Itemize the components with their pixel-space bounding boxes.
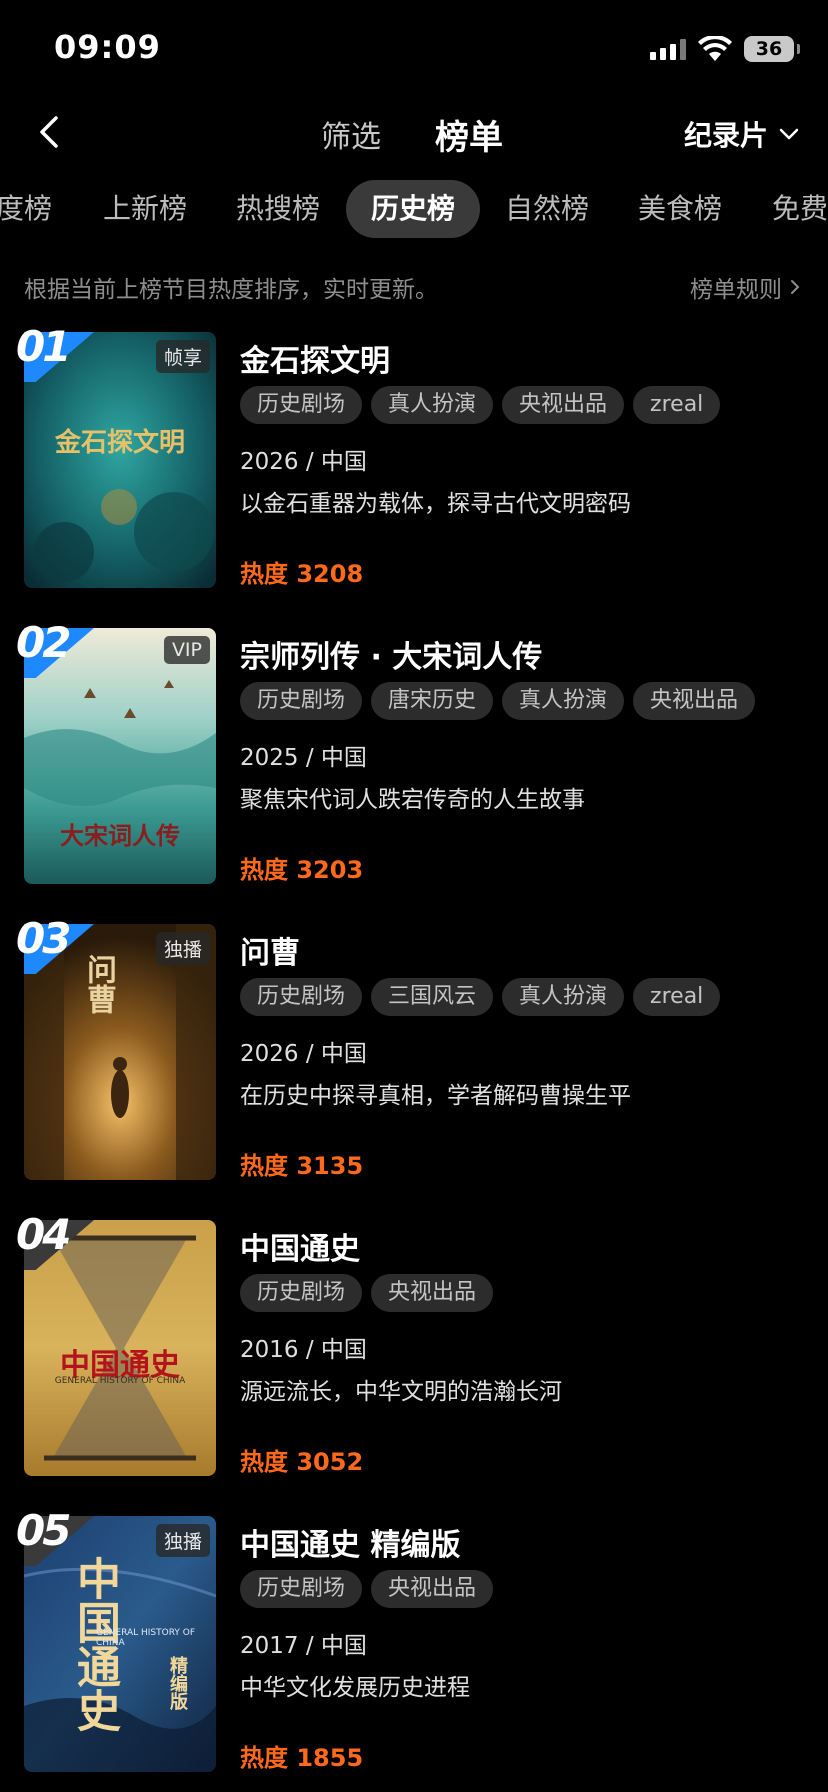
list-item[interactable]: 大宋词人传 VIP 02 宗师列传 · 大宋词人传 历史剧场 唐宋历史 真人扮演…: [0, 618, 828, 888]
tag[interactable]: 唐宋历史: [371, 682, 494, 720]
badge: 帧享: [155, 340, 210, 373]
badge: 独播: [155, 1524, 210, 1557]
tab-food[interactable]: 美食榜: [638, 180, 722, 238]
tag[interactable]: 三国风云: [371, 978, 494, 1016]
badge: 独播: [155, 932, 210, 965]
tag[interactable]: 历史剧场: [240, 386, 363, 424]
tab-chart[interactable]: 榜单: [435, 110, 503, 159]
tag[interactable]: 央视出品: [371, 1274, 494, 1312]
item-description: 中华文化发展历史进程: [240, 1675, 470, 1701]
tag-list: 历史剧场 央视出品: [240, 1570, 494, 1608]
tab-hot[interactable]: 度榜: [0, 180, 52, 238]
chart-rules-link[interactable]: 榜单规则: [690, 270, 800, 304]
heat-score: 热度 3135: [240, 1152, 364, 1180]
poster-subtitle: GENERAL HISTORY OF CHINA: [96, 1628, 196, 1648]
tag[interactable]: 央视出品: [371, 1570, 494, 1608]
tab-free[interactable]: 免费: [772, 180, 828, 238]
item-year-region: 2026 / 中国: [240, 449, 367, 475]
tag-list: 历史剧场 唐宋历史 真人扮演 央视出品: [240, 682, 756, 720]
rank-number: 02: [16, 618, 71, 667]
tag[interactable]: 真人扮演: [371, 386, 494, 424]
heat-score: 热度 3203: [240, 856, 364, 884]
item-title[interactable]: 问曹: [240, 928, 300, 972]
wifi-icon: [698, 36, 732, 61]
list-item[interactable]: 中国通史 GENERAL HISTORY OF CHINA 04 中国通史 历史…: [0, 1210, 828, 1480]
poster-title: 大宋词人传: [60, 821, 180, 850]
poster-subtitle: GENERAL HISTORY OF CHINA: [54, 1376, 186, 1386]
status-time: 09:09: [54, 28, 161, 66]
tab-nature[interactable]: 自然榜: [505, 180, 589, 238]
genre-dropdown[interactable]: 纪录片: [684, 114, 800, 154]
chevron-right-icon: [791, 280, 800, 294]
top-nav: 筛选 榜单 纪录片: [0, 100, 828, 164]
list-item[interactable]: 中国通史 GENERAL HISTORY OF CHINA 精编版 独播 05 …: [0, 1506, 828, 1776]
poster-edition: 精编版: [167, 1656, 188, 1710]
rank-marker: 05: [14, 1506, 94, 1566]
tag-list: 历史剧场 真人扮演 央视出品 zreal: [240, 386, 721, 424]
list-item[interactable]: 问曹 独播 03 问曹 历史剧场 三国风云 真人扮演 zreal 2026 / …: [0, 914, 828, 1184]
tag[interactable]: zreal: [633, 386, 721, 424]
tab-new[interactable]: 上新榜: [103, 180, 187, 238]
tag[interactable]: 历史剧场: [240, 1570, 363, 1608]
rank-marker: 02: [14, 618, 94, 678]
item-description: 在历史中探寻真相，学者解码曹操生平: [240, 1083, 631, 1109]
chart-description: 根据当前上榜节目热度排序，实时更新。: [24, 277, 438, 303]
heat-score: 热度 3208: [240, 560, 364, 588]
item-description: 源远流长，中华文明的浩瀚长河: [240, 1379, 562, 1405]
item-year-region: 2026 / 中国: [240, 1041, 367, 1067]
tag[interactable]: 央视出品: [502, 386, 625, 424]
rank-marker: 01: [14, 322, 94, 382]
rank-number: 05: [16, 1506, 71, 1555]
tab-trending-search[interactable]: 热搜榜: [236, 180, 320, 238]
tab-filter[interactable]: 筛选: [321, 112, 381, 156]
item-year-region: 2025 / 中国: [240, 745, 367, 771]
tag[interactable]: 央视出品: [633, 682, 756, 720]
rank-number: 01: [16, 322, 71, 371]
tag[interactable]: 真人扮演: [502, 978, 625, 1016]
tab-history[interactable]: 历史榜: [346, 180, 481, 238]
tag[interactable]: 历史剧场: [240, 1274, 363, 1312]
tag[interactable]: 历史剧场: [240, 978, 363, 1016]
battery-icon: 36: [744, 36, 800, 62]
status-icons: 36: [650, 34, 800, 64]
genre-label: 纪录片: [683, 119, 768, 152]
tag[interactable]: 真人扮演: [502, 682, 625, 720]
chart-category-tabs: 度榜 上新榜 热搜榜 历史榜 自然榜 美食榜 免费: [0, 180, 828, 238]
cellular-signal-icon: [650, 38, 686, 60]
item-title[interactable]: 宗师列传 · 大宋词人传: [240, 632, 542, 676]
heat-score: 热度 3052: [240, 1448, 364, 1476]
rank-number: 04: [16, 1210, 71, 1259]
item-title[interactable]: 中国通史: [240, 1224, 360, 1268]
item-description: 聚焦宋代词人跌宕传奇的人生故事: [240, 787, 585, 813]
status-bar: 09:09 36: [0, 0, 828, 100]
item-title[interactable]: 金石探文明: [240, 336, 390, 380]
item-title[interactable]: 中国通史 精编版: [240, 1520, 460, 1564]
badge: VIP: [163, 636, 210, 664]
item-description: 以金石重器为载体，探寻古代文明密码: [240, 491, 631, 517]
chevron-down-icon: [779, 128, 799, 140]
tag[interactable]: 历史剧场: [240, 682, 363, 720]
rank-number: 03: [16, 914, 71, 963]
item-year-region: 2016 / 中国: [240, 1337, 367, 1363]
rank-marker: 04: [14, 1210, 94, 1270]
tag-list: 历史剧场 三国风云 真人扮演 zreal: [240, 978, 721, 1016]
back-arrow-icon[interactable]: [30, 112, 70, 152]
rank-marker: 03: [14, 914, 94, 974]
tag-list: 历史剧场 央视出品: [240, 1274, 494, 1312]
tag[interactable]: zreal: [633, 978, 721, 1016]
item-year-region: 2017 / 中国: [240, 1633, 367, 1659]
chart-rules-label: 榜单规则: [690, 277, 782, 303]
list-item[interactable]: 金石探文明 帧享 01 金石探文明 历史剧场 真人扮演 央视出品 zreal 2…: [0, 322, 828, 592]
poster-title: 金石探文明: [54, 428, 185, 458]
heat-score: 热度 1855: [240, 1744, 364, 1772]
